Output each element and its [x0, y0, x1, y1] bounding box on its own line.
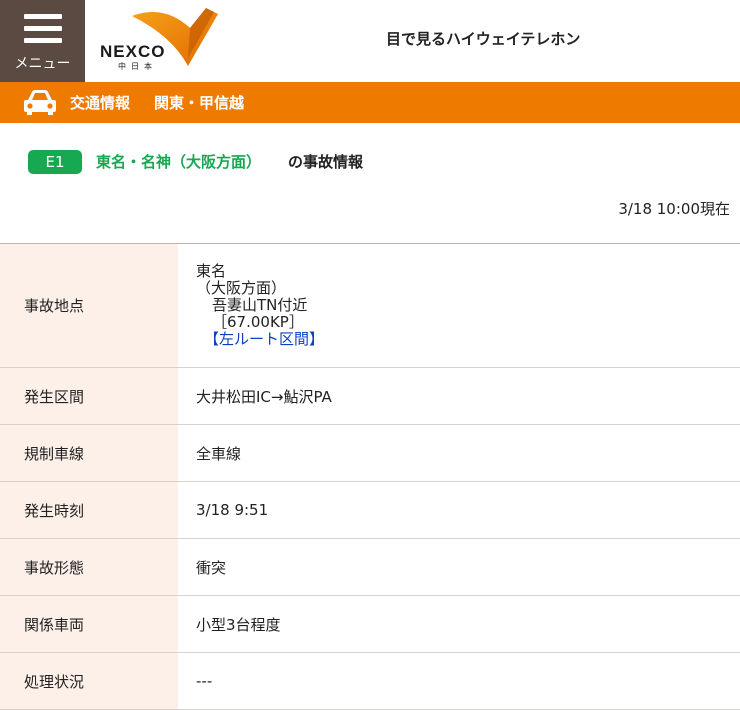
menu-label: メニュー — [14, 56, 71, 72]
table-row: 発生区間 大井松田IC→鮎沢PA — [0, 368, 740, 425]
row-value: --- — [196, 672, 213, 690]
row-label: 発生時刻 — [0, 482, 178, 538]
table-row: 関係車両 小型3台程度 — [0, 596, 740, 653]
row-label: 発生区間 — [0, 368, 178, 424]
road-number-badge: E1 — [28, 150, 82, 174]
traffic-info-bar: 交通情報 関東・甲信越 — [0, 82, 740, 123]
table-row: 発生時刻 3/18 9:51 — [0, 482, 740, 539]
header: メニュー NEXCO 中日本 目で見るハイウェイテレホン — [0, 0, 740, 82]
table-row: 事故形態 衝突 — [0, 539, 740, 596]
car-icon — [24, 90, 56, 115]
menu-button[interactable]: メニュー — [0, 0, 85, 82]
row-value: 東名 （大阪方面） 吾妻山TN付近 ［67.00KP］ 【左ルート区間】 — [178, 244, 740, 367]
site-title: 目で見るハイウェイテレホン — [386, 30, 581, 48]
row-label: 規制車線 — [0, 425, 178, 481]
hamburger-icon — [24, 14, 62, 50]
accident-details-table: 事故地点 東名 （大阪方面） 吾妻山TN付近 ［67.00KP］ 【左ルート区間… — [0, 243, 740, 710]
location-point: 吾妻山TN付近 — [212, 296, 308, 314]
row-label: 関係車両 — [0, 596, 178, 652]
nexco-logo[interactable]: NEXCO 中日本 — [96, 6, 226, 74]
left-route-link[interactable]: 【左ルート区間】 — [196, 331, 324, 348]
logo-subtitle: 中日本 — [118, 62, 157, 71]
row-label: 事故形態 — [0, 539, 178, 595]
update-timestamp: 3/18 10:00現在 — [618, 200, 730, 218]
page-heading-suffix: の事故情報 — [288, 153, 364, 171]
row-value: 衝突 — [196, 558, 227, 577]
row-label: 処理状況 — [0, 653, 178, 709]
section-title: 交通情報 — [70, 94, 131, 112]
row-value: 小型3台程度 — [196, 615, 281, 634]
row-value: 3/18 9:51 — [196, 501, 269, 519]
region-title: 関東・甲信越 — [154, 94, 245, 112]
table-row: 処理状況 --- — [0, 653, 740, 710]
row-label: 事故地点 — [0, 244, 178, 367]
location-direction: （大阪方面） — [196, 279, 287, 297]
table-row: 事故地点 東名 （大阪方面） 吾妻山TN付近 ［67.00KP］ 【左ルート区間… — [0, 244, 740, 368]
location-road: 東名 — [196, 262, 227, 280]
row-value: 全車線 — [196, 444, 242, 463]
location-kp: ［67.00KP］ — [212, 313, 304, 331]
row-value: 大井松田IC→鮎沢PA — [196, 387, 332, 406]
logo-wordmark: NEXCO — [100, 42, 166, 61]
table-row: 規制車線 全車線 — [0, 425, 740, 482]
road-name: 東名・名神（大阪方面） — [96, 153, 262, 171]
